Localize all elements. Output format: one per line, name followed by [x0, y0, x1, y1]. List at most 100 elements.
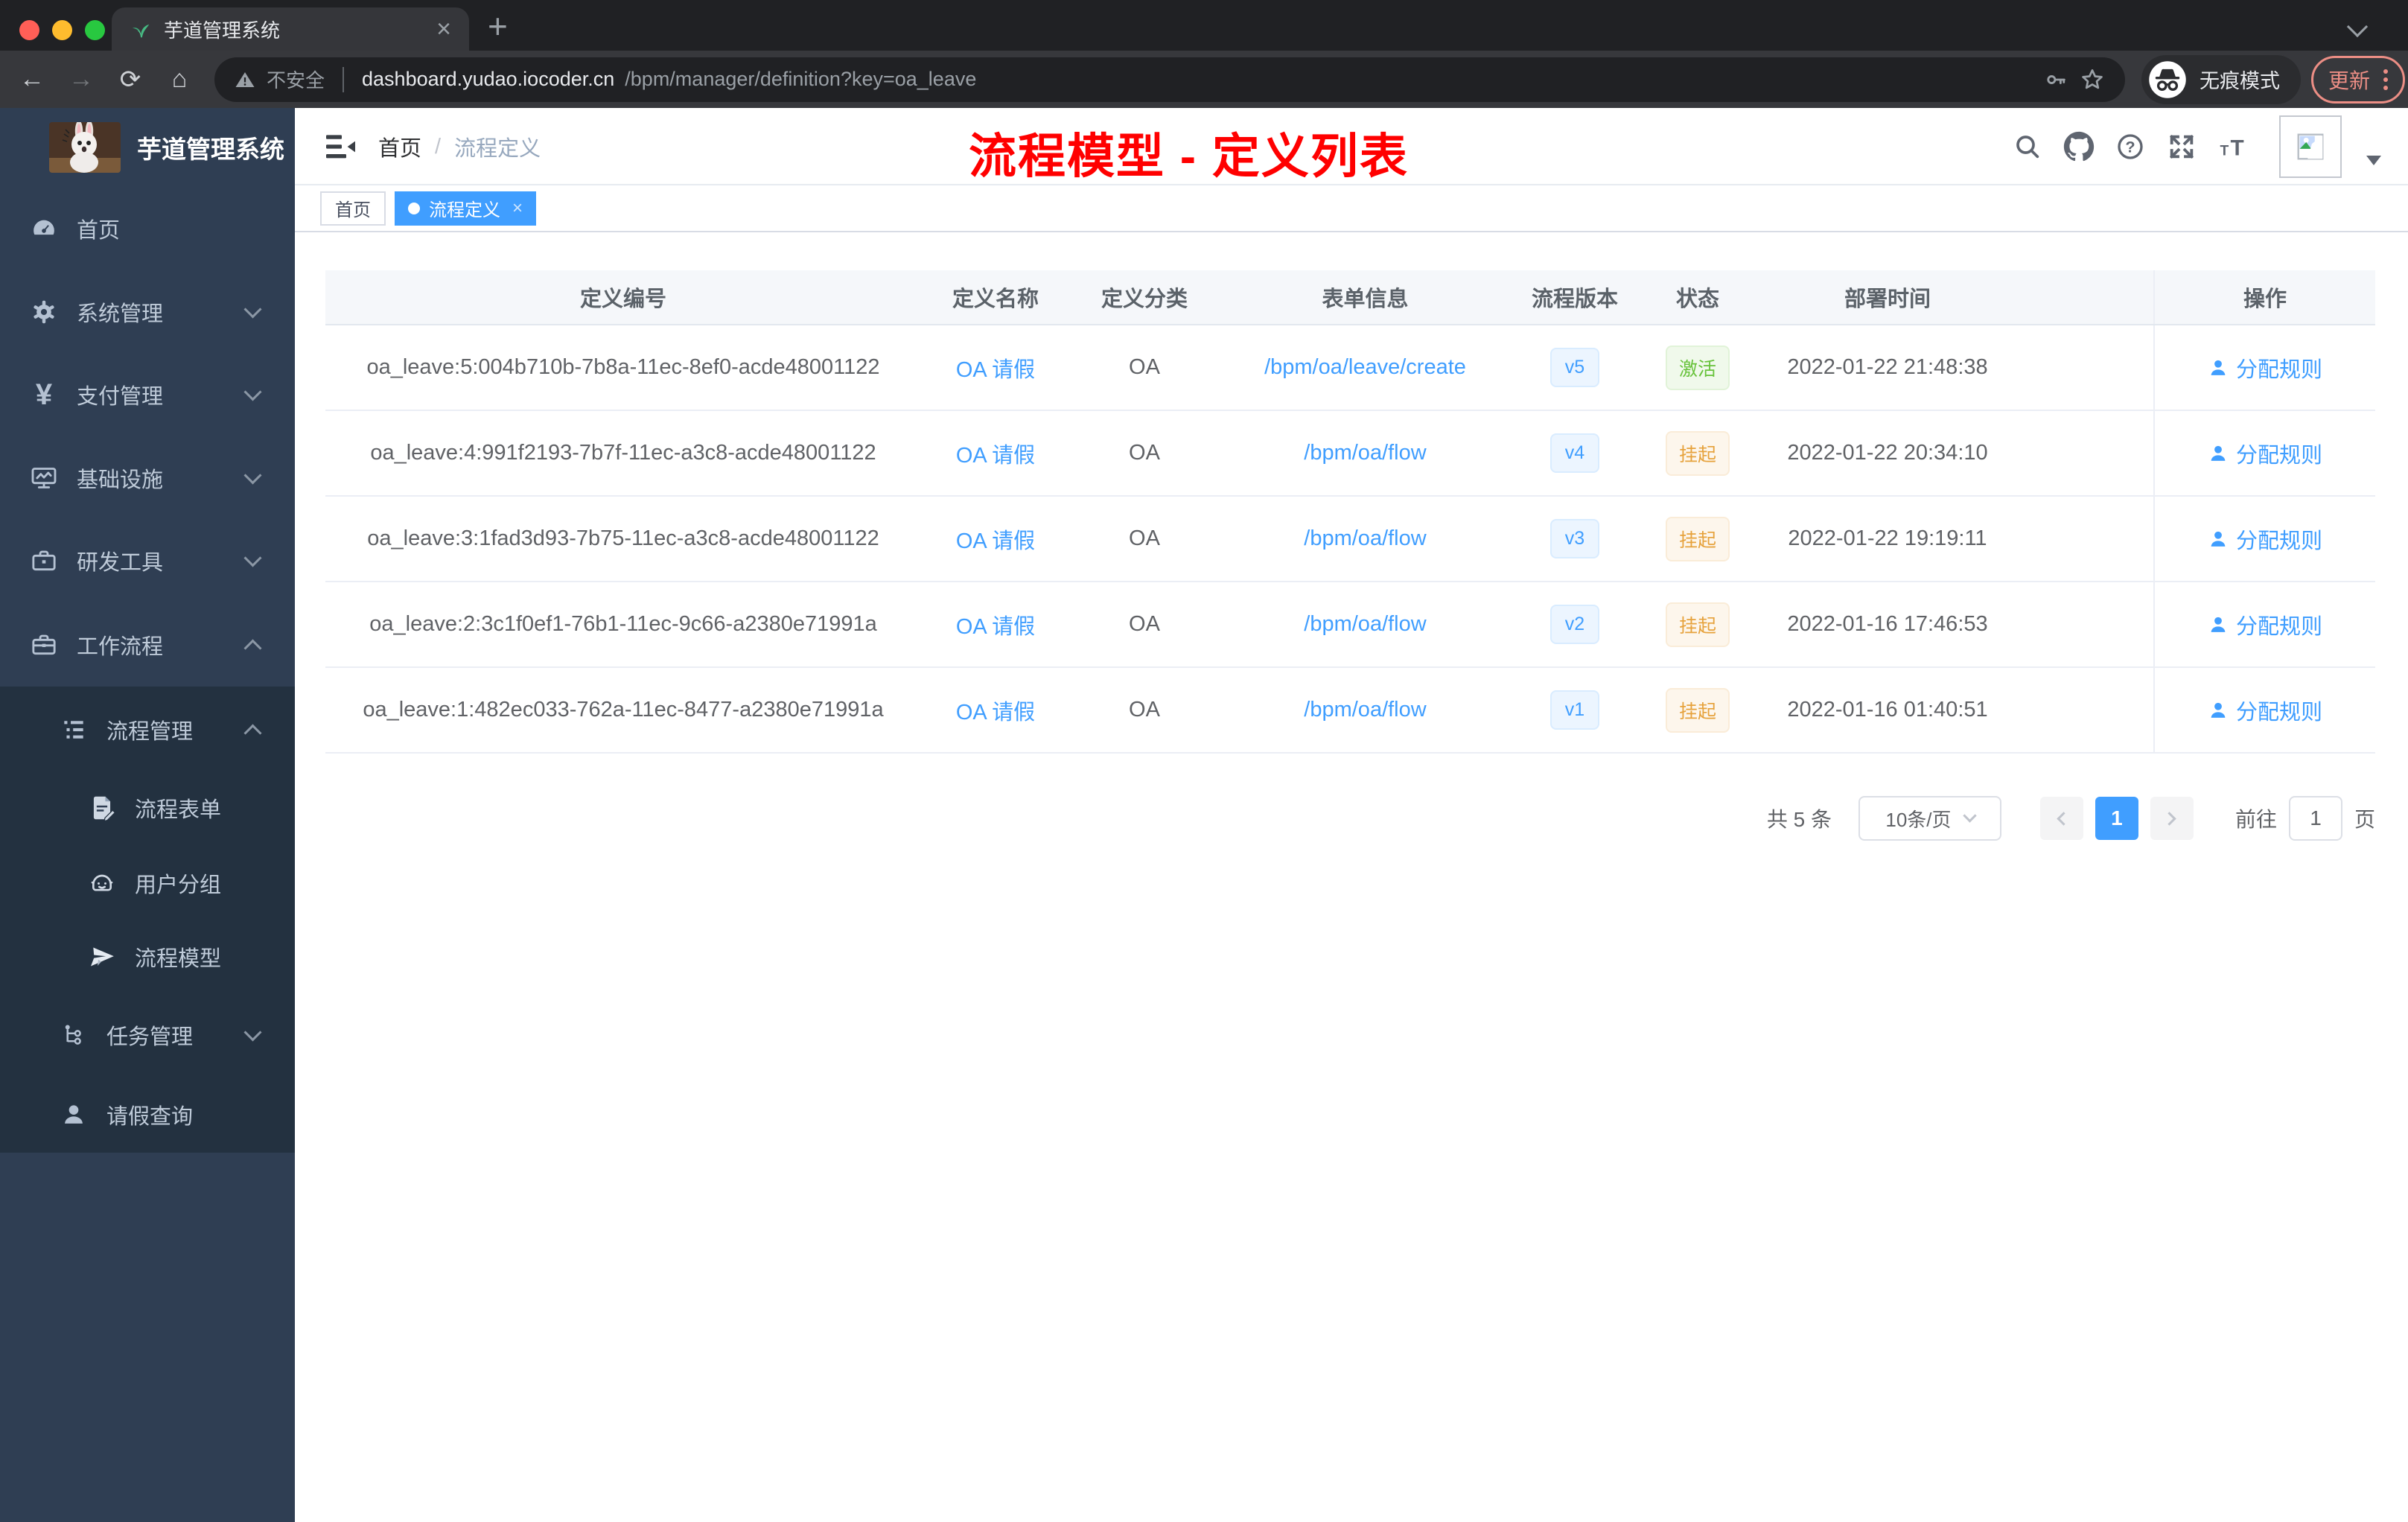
goto-page-input[interactable] — [2288, 796, 2342, 841]
tab-close-icon[interactable]: × — [436, 16, 451, 42]
definition-id: oa_leave:5:004b710b-7b8a-11ec-8ef0-acde4… — [366, 355, 880, 379]
forward-button[interactable]: → — [67, 65, 95, 94]
filler-cell — [2018, 582, 2153, 666]
deploy-time: 2022-01-16 17:46:53 — [1787, 612, 1988, 636]
maximize-window-button[interactable] — [85, 20, 105, 40]
prev-page-button[interactable] — [2039, 797, 2083, 840]
robot-icon — [86, 868, 118, 898]
sidebar-item-user-group[interactable]: 用户分组 — [0, 845, 295, 921]
incognito-icon — [2147, 60, 2188, 100]
sidebar-item-workflow[interactable]: 工作流程 — [0, 603, 295, 687]
user-icon — [57, 1101, 90, 1129]
svg-text:T: T — [2231, 136, 2244, 160]
page-size-select[interactable]: 10条/页 — [1858, 796, 2001, 841]
breadcrumb-home[interactable]: 首页 — [378, 131, 421, 162]
table-row: oa_leave:5:004b710b-7b8a-11ec-8ef0-acde4… — [325, 325, 2375, 411]
assign-rule-button[interactable]: 分配规则 — [2208, 438, 2322, 469]
chevron-down-icon — [243, 299, 262, 319]
back-button[interactable]: ← — [18, 65, 46, 94]
reload-button[interactable]: ⟳ — [116, 65, 144, 95]
avatar[interactable] — [2279, 115, 2342, 178]
close-window-button[interactable] — [19, 20, 39, 40]
table-row: oa_leave:3:1fad3d93-7b75-11ec-a3c8-acde4… — [325, 497, 2375, 582]
status-badge: 挂起 — [1665, 516, 1730, 561]
app-header: 首页 / 流程定义 流程模型 - 定义列表 ? T T — [295, 108, 2408, 185]
current-page-button[interactable]: 1 — [2095, 797, 2138, 840]
tag-label: 首页 — [335, 200, 371, 220]
sidebar-item-home[interactable]: 首页 — [0, 187, 295, 270]
browser-tab[interactable]: 芋道管理系统 × — [112, 7, 469, 51]
goto-label: 前往 — [2235, 808, 2277, 831]
tag-process-definition[interactable]: 流程定义 × — [395, 191, 537, 226]
version-badge: v5 — [1549, 348, 1600, 387]
sidebar-item-task-management[interactable]: 任务管理 — [0, 997, 295, 1073]
sidebar-item-process-form[interactable]: 流程表单 — [0, 770, 295, 846]
search-icon[interactable] — [2012, 131, 2043, 162]
assign-rule-label: 分配规则 — [2235, 700, 2322, 725]
security-label[interactable]: 不安全 — [267, 66, 325, 93]
form-link[interactable]: /bpm/oa/leave/create — [1264, 355, 1466, 380]
chevron-down-icon — [243, 548, 262, 567]
form-link[interactable]: /bpm/oa/flow — [1304, 441, 1426, 465]
sidebar-collapse-hamburger-icon[interactable] — [323, 129, 359, 165]
briefcase-icon — [28, 630, 60, 660]
font-size-icon[interactable]: T T — [2217, 131, 2249, 162]
sidebar-item-system[interactable]: 系统管理 — [0, 270, 295, 354]
avatar-caret-down-icon[interactable] — [2366, 155, 2381, 165]
browser-chrome: 芋道管理系统 × + ← → ⟳ ⌂ 不安全 dashboard.yudao.i… — [0, 0, 2408, 108]
sidebar-item-payment[interactable]: ¥ 支付管理 — [0, 353, 295, 436]
version-badge: v2 — [1549, 605, 1600, 644]
new-tab-button[interactable]: + — [488, 6, 508, 46]
sidebar-item-leave-query[interactable]: 请假查询 — [0, 1077, 295, 1153]
assign-rule-button[interactable]: 分配规则 — [2208, 523, 2322, 555]
definition-name-link[interactable]: OA 请假 — [956, 438, 1035, 469]
definition-category: OA — [1129, 441, 1160, 465]
definition-name-link[interactable]: OA 请假 — [956, 352, 1035, 383]
definition-category: OA — [1129, 698, 1160, 722]
tab-strip: 芋道管理系统 × + — [0, 0, 2408, 51]
assign-rule-label: 分配规则 — [2235, 614, 2322, 639]
monitor-icon — [28, 463, 60, 493]
browser-menu-kebab-icon[interactable] — [2383, 69, 2389, 90]
password-key-icon[interactable] — [2043, 67, 2068, 92]
tag-home[interactable]: 首页 — [320, 191, 386, 226]
form-link[interactable]: /bpm/oa/flow — [1304, 698, 1426, 722]
help-icon[interactable]: ? — [2115, 131, 2146, 162]
definition-name-link[interactable]: OA 请假 — [956, 695, 1035, 726]
chevron-up-icon — [243, 723, 262, 742]
table-header-row: 定义编号 定义名称 定义分类 表单信息 流程版本 状态 部署时间 操作 — [325, 270, 2375, 325]
assign-rule-button[interactable]: 分配规则 — [2208, 609, 2322, 640]
sidebar-item-label: 研发工具 — [77, 551, 164, 575]
sidebar: 芋道管理系统 首页 系统管理 ¥ 支付管理 基础设施 研发工具 工作流程 流程管… — [0, 108, 295, 1522]
fullscreen-icon[interactable] — [2166, 131, 2197, 162]
tab-search-chevron-icon[interactable] — [2346, 16, 2369, 38]
definition-category: OA — [1129, 355, 1160, 379]
next-page-button[interactable] — [2150, 797, 2194, 840]
sidebar-item-process-model[interactable]: 流程模型 — [0, 919, 295, 995]
bookmark-star-icon[interactable] — [2079, 66, 2106, 93]
definition-name-link[interactable]: OA 请假 — [956, 523, 1035, 555]
form-icon — [86, 794, 118, 822]
assign-rule-button[interactable]: 分配规则 — [2208, 695, 2322, 726]
deploy-time: 2022-01-22 19:19:11 — [1788, 526, 1987, 550]
status-badge: 激活 — [1665, 345, 1730, 390]
assign-rule-button[interactable]: 分配规则 — [2208, 352, 2322, 383]
minimize-window-button[interactable] — [52, 20, 72, 40]
url-bar[interactable]: 不安全 dashboard.yudao.iocoder.cn /bpm/mana… — [214, 57, 2125, 102]
browser-toolbar: ← → ⟳ ⌂ 不安全 dashboard.yudao.iocoder.cn /… — [0, 51, 2408, 108]
form-link[interactable]: /bpm/oa/flow — [1304, 526, 1426, 551]
sidebar-item-label: 流程表单 — [135, 798, 222, 822]
update-button[interactable]: 更新 — [2311, 55, 2406, 104]
form-link[interactable]: /bpm/oa/flow — [1304, 612, 1426, 637]
assign-rule-label: 分配规则 — [2235, 529, 2322, 553]
sidebar-logo[interactable]: 芋道管理系统 — [0, 108, 295, 187]
breadcrumb-separator: / — [435, 134, 442, 159]
tag-close-icon[interactable]: × — [512, 198, 523, 219]
sidebar-item-dev-tools[interactable]: 研发工具 — [0, 519, 295, 602]
sidebar-item-process-management[interactable]: 流程管理 — [0, 692, 295, 768]
github-icon[interactable] — [2063, 131, 2095, 162]
home-button[interactable]: ⌂ — [165, 65, 194, 94]
definition-name-link[interactable]: OA 请假 — [956, 609, 1035, 640]
sidebar-item-infrastructure[interactable]: 基础设施 — [0, 436, 295, 520]
deploy-time: 2022-01-22 21:48:38 — [1787, 355, 1988, 379]
